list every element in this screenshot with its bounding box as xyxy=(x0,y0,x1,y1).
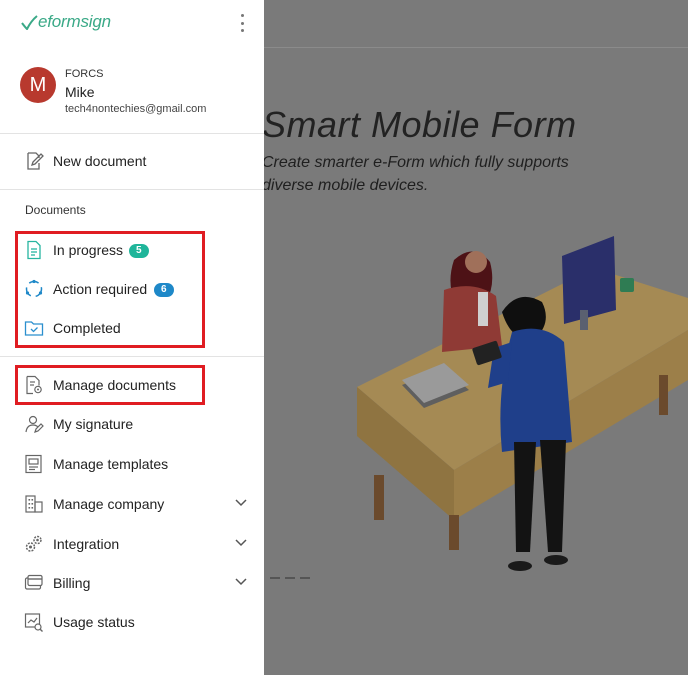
carousel-pager[interactable] xyxy=(270,566,315,584)
logo-mark-icon xyxy=(21,15,38,30)
manage-templates-label: Manage templates xyxy=(53,456,169,472)
divider xyxy=(0,356,264,357)
gears-icon xyxy=(25,535,42,552)
logo-text: eformsign xyxy=(38,12,111,31)
highlight-box-documents xyxy=(15,231,205,348)
edit-document-icon xyxy=(27,152,44,170)
avatar[interactable]: M xyxy=(20,67,56,103)
my-signature-label: My signature xyxy=(53,416,134,432)
hero-subtitle: Create smarter e-Form which fully suppor… xyxy=(262,154,569,194)
highlight-box-manage-documents xyxy=(15,365,205,405)
billing-label: Billing xyxy=(53,575,91,591)
new-document-item[interactable]: New document xyxy=(0,142,264,180)
new-document-label: New document xyxy=(53,153,147,169)
documents-section-title: Documents xyxy=(25,203,86,217)
manage-company-label: Manage company xyxy=(53,496,165,512)
usage-status-label: Usage status xyxy=(53,614,135,630)
sidebar-item-manage-company[interactable]: Manage company xyxy=(0,485,264,523)
sidebar-item-manage-templates[interactable]: Manage templates xyxy=(0,445,264,483)
chevron-down-icon[interactable] xyxy=(234,538,248,548)
office-desk-illustration xyxy=(357,236,688,571)
chart-search-icon xyxy=(24,613,43,632)
header-divider xyxy=(264,47,688,48)
navigation-drawer: eformsign M FORCS Mike tech4nontechies@g… xyxy=(0,0,264,675)
more-options-icon[interactable] xyxy=(236,14,248,32)
sidebar-item-my-signature[interactable]: My signature xyxy=(0,405,264,443)
divider xyxy=(0,189,264,190)
user-email: tech4nontechies@gmail.com xyxy=(65,103,207,115)
eformsign-logo[interactable]: eformsign xyxy=(20,12,111,32)
building-icon xyxy=(25,495,43,513)
signature-pen-icon xyxy=(25,415,44,433)
divider xyxy=(0,133,264,134)
integration-label: Integration xyxy=(53,536,120,552)
user-name: Mike xyxy=(65,84,95,100)
wallet-card-icon xyxy=(24,574,43,590)
hero-title: Smart Mobile Form xyxy=(262,104,577,145)
company-name: FORCS xyxy=(65,68,104,80)
chevron-down-icon[interactable] xyxy=(234,498,248,508)
sidebar-item-billing[interactable]: Billing xyxy=(0,564,264,602)
chevron-down-icon[interactable] xyxy=(234,577,248,587)
template-icon xyxy=(25,454,42,474)
sidebar-item-integration[interactable]: Integration xyxy=(0,525,264,563)
sidebar-item-usage-status[interactable]: Usage status xyxy=(0,603,264,641)
